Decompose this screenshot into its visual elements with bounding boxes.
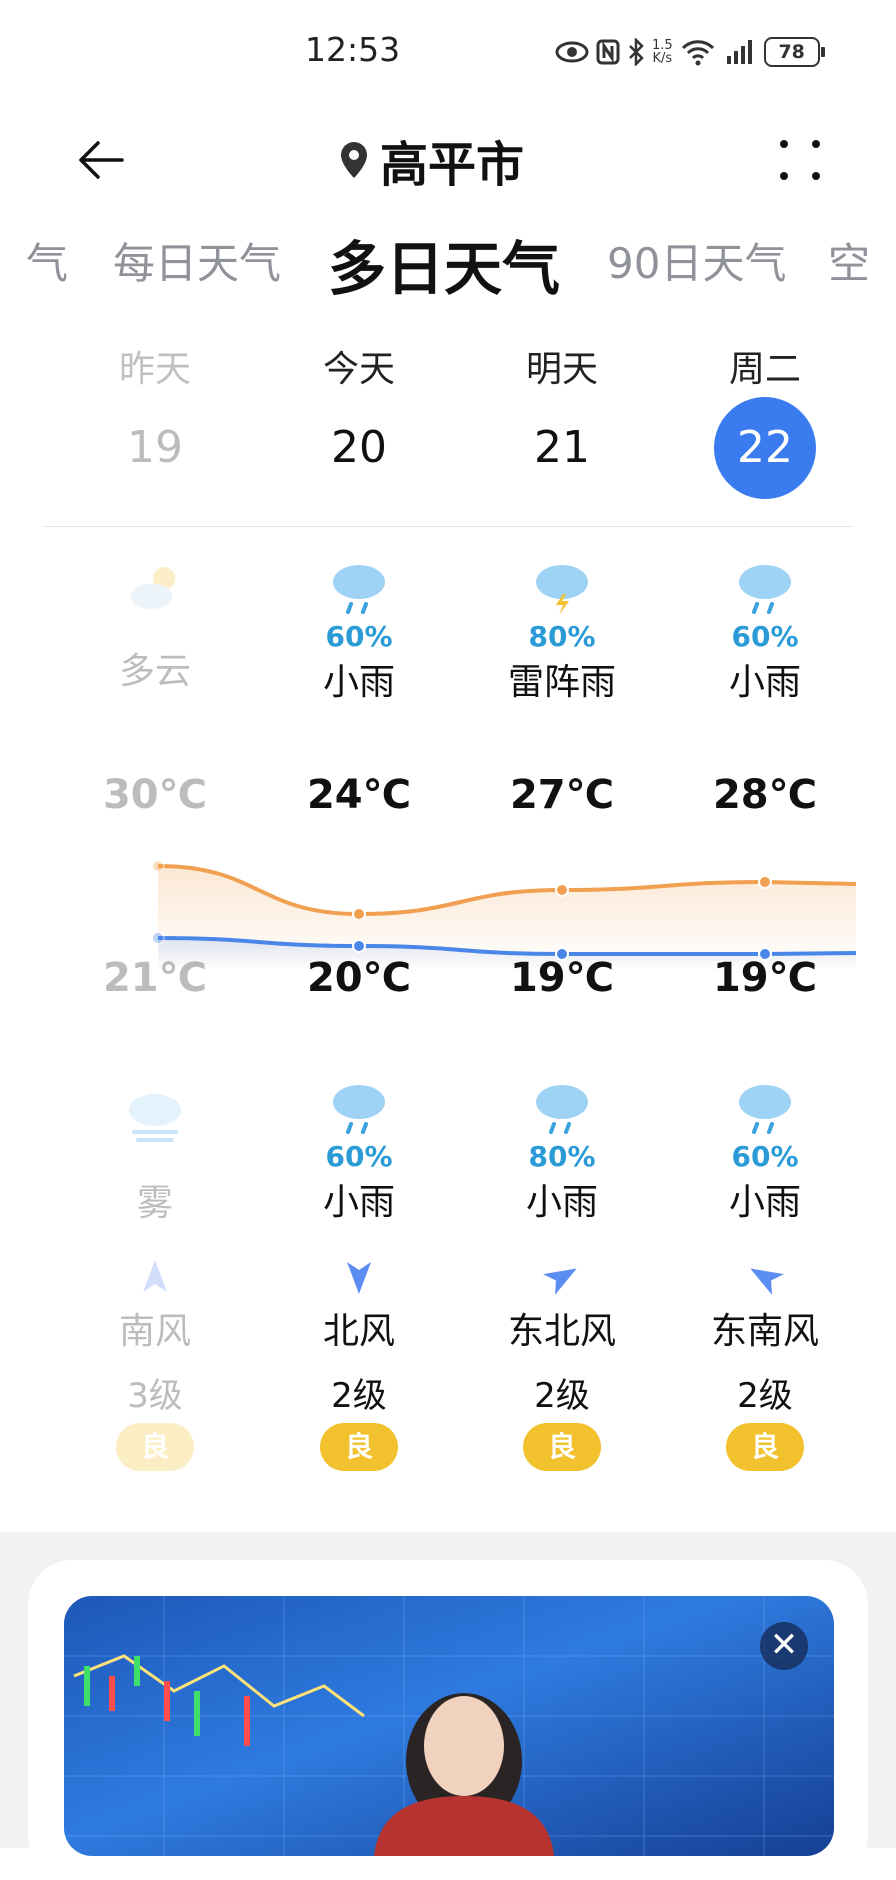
temp-point	[555, 883, 569, 897]
aqi-column: 良	[690, 1423, 840, 1471]
bluetooth-icon	[629, 38, 644, 66]
battery-indicator: 78	[763, 37, 825, 67]
city-name: 高平市	[380, 137, 525, 193]
day-date[interactable]: 21	[487, 422, 637, 499]
divider	[42, 526, 854, 527]
night-weather-column: 80% 小雨	[487, 1080, 637, 1225]
night-condition: 小雨	[322, 1182, 395, 1223]
wind-column: 北风 2级	[284, 1256, 434, 1417]
location-pin-icon	[341, 142, 367, 178]
status-icons: 1.5 K/s 78	[555, 34, 825, 70]
back-button[interactable]	[72, 130, 132, 190]
wind-column: 南风 3级	[80, 1256, 230, 1417]
day-condition: 多云	[118, 651, 191, 692]
aqi-column: 良	[284, 1423, 434, 1471]
day-date-selected[interactable]: 22	[690, 397, 840, 499]
night-weather-column: 60% 小雨	[284, 1080, 434, 1225]
wind-direction-icon	[347, 1262, 371, 1294]
precip-probability: 80%	[528, 620, 596, 653]
day-date[interactable]: 19	[80, 422, 230, 499]
wind-column: 东南风 2级	[690, 1256, 840, 1417]
wind-level: 2级	[534, 1376, 590, 1416]
light-rain-icon	[333, 1085, 385, 1134]
night-condition: 小雨	[728, 1182, 801, 1223]
night-weather-column: 60% 小雨	[690, 1080, 840, 1225]
day-date[interactable]: 20	[284, 422, 434, 499]
wind-direction-icon	[750, 1268, 784, 1295]
aqi-badge[interactable]: 良	[320, 1423, 398, 1471]
precip-probability: 60%	[731, 1140, 799, 1173]
eye-icon	[555, 41, 589, 63]
wind-column: 东北风 2级	[487, 1256, 637, 1417]
day-condition: 雷阵雨	[507, 662, 616, 703]
low-temp: 20℃	[306, 955, 412, 1001]
day-weather-column: 多云	[80, 560, 230, 694]
ad-video-artwork	[64, 1596, 834, 1856]
aqi-badge[interactable]: 良	[523, 1423, 601, 1471]
day-name[interactable]: 昨天	[80, 340, 230, 392]
temp-point	[151, 859, 165, 873]
tab-multi-day-weather[interactable]: 多日天气	[328, 222, 560, 306]
tab-daily-weather[interactable]: 每日天气	[113, 230, 281, 291]
ad-video[interactable]	[64, 1596, 834, 1856]
wind-direction-icon	[143, 1260, 167, 1292]
wind-direction: 北风	[322, 1311, 395, 1352]
wind-level: 3级	[127, 1376, 183, 1416]
tab-partial-left[interactable]: 气	[26, 230, 68, 291]
day-weather-column: 80% 雷阵雨	[487, 560, 637, 705]
tab-90-day-weather[interactable]: 90日天气	[607, 230, 786, 291]
aqi-column: 良	[80, 1423, 230, 1471]
wind-level: 2级	[737, 1376, 793, 1416]
low-temp: 19℃	[712, 955, 818, 1001]
city-selector[interactable]: 高平市	[338, 128, 525, 193]
night-condition: 雾	[136, 1183, 173, 1224]
day-condition: 小雨	[322, 662, 395, 703]
light-rain-icon	[333, 565, 385, 614]
night-weather-column: 雾	[80, 1090, 230, 1226]
wind-direction: 南风	[118, 1311, 191, 1352]
temp-point	[352, 907, 366, 921]
low-temp: 19℃	[509, 955, 615, 1001]
high-temp: 27℃	[509, 772, 615, 818]
aqi-badge[interactable]: 良	[116, 1423, 194, 1471]
wind-direction-icon	[543, 1268, 577, 1295]
high-temp: 30℃	[102, 772, 208, 818]
precip-probability: 80%	[528, 1140, 596, 1173]
temp-point	[352, 939, 366, 953]
status-time: 12:53	[305, 30, 401, 69]
signal-icon	[726, 40, 752, 64]
tab-partial-right[interactable]: 空	[828, 230, 870, 291]
light-rain-icon	[739, 1085, 791, 1134]
thunderstorm-icon	[536, 565, 588, 615]
day-weather-column: 60% 小雨	[284, 560, 434, 705]
day-weather-column: 60% 小雨	[690, 560, 840, 705]
wind-direction: 东北风	[507, 1311, 616, 1352]
day-name[interactable]: 今天	[284, 340, 434, 392]
temp-point	[758, 875, 772, 889]
precip-probability: 60%	[731, 620, 799, 653]
wind-direction: 东南风	[710, 1311, 819, 1352]
wifi-icon	[681, 40, 714, 66]
high-temp: 28℃	[712, 772, 818, 818]
day-name[interactable]: 周二	[690, 340, 840, 392]
close-icon[interactable]: ✕	[760, 1622, 808, 1670]
network-speed: 1.5 K/s	[652, 38, 673, 66]
aqi-column: 良	[487, 1423, 637, 1471]
day-condition: 小雨	[728, 662, 801, 703]
low-temp: 21℃	[102, 955, 208, 1001]
partly-cloudy-icon	[130, 567, 176, 609]
high-temp: 24℃	[306, 772, 412, 818]
light-rain-icon	[536, 1085, 588, 1134]
day-name[interactable]: 明天	[487, 340, 637, 392]
more-menu-icon[interactable]	[770, 130, 830, 190]
light-rain-icon	[739, 565, 791, 614]
fog-icon	[129, 1094, 181, 1142]
aqi-badge[interactable]: 良	[726, 1423, 804, 1471]
night-condition: 小雨	[525, 1182, 598, 1223]
precip-probability: 60%	[325, 1140, 393, 1173]
precip-probability: 60%	[325, 620, 393, 653]
temp-point	[151, 931, 165, 945]
wind-level: 2级	[331, 1376, 387, 1416]
nfc-icon	[596, 39, 620, 65]
